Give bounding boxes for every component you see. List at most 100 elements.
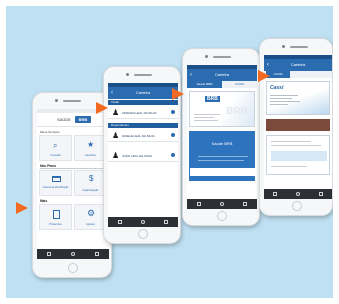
- pointer-arrow-3: [172, 88, 184, 100]
- app-title-bar: ‹ Carteira: [187, 69, 257, 81]
- phone-home-button: [217, 211, 227, 221]
- group-dependentes-header: Dependentes: [108, 123, 178, 128]
- tab-cassi[interactable]: CASSI: [222, 81, 257, 88]
- speaker-grille: [63, 100, 81, 102]
- card-back-line: [198, 156, 248, 157]
- speaker-grille: [290, 46, 308, 48]
- group-label: Dependentes: [111, 123, 129, 127]
- recents-nav-icon[interactable]: [318, 192, 323, 196]
- android-nav-bar: [187, 199, 257, 209]
- home-nav-icon[interactable]: [71, 252, 75, 256]
- card-back-line: [271, 166, 307, 167]
- back-icon[interactable]: ‹: [111, 87, 113, 99]
- home-nav-icon[interactable]: [140, 220, 145, 224]
- cassi-card-back: [266, 135, 330, 175]
- card-text-line: [270, 98, 292, 99]
- card-text-line: [194, 117, 214, 118]
- tile-protocolos[interactable]: Protocolos: [39, 204, 72, 230]
- card-brand-logo: BRB: [205, 96, 220, 102]
- phone-card-detail: ‹ Carteira Saúde BRB CASSI BRB BRB Saúde…: [182, 48, 260, 226]
- app-title-bar: ‹ Carteira: [108, 87, 178, 99]
- person-name: JOÃO LEAL DA SILVA: [122, 154, 152, 158]
- cassi-logo: Cassi: [270, 85, 284, 91]
- recents-nav-icon[interactable]: [164, 220, 169, 224]
- chevron-right-icon: [171, 153, 175, 157]
- group-titular-header: Titular: [108, 100, 178, 105]
- recents-nav-icon[interactable]: [243, 202, 248, 206]
- card-watermark: BRB: [226, 106, 248, 117]
- back-nav-icon[interactable]: [47, 252, 51, 256]
- camera-icon: [205, 55, 208, 58]
- card-back-band: [190, 168, 256, 176]
- phone-home-button: [68, 263, 78, 273]
- illustration-panel: SAÚDE BRB Meus Serviços ⌕ Consulta ★ Fav…: [6, 6, 333, 298]
- group-label: Titular: [111, 100, 120, 104]
- card-text-line: [194, 120, 218, 121]
- pointer-arrow-1: [16, 202, 28, 214]
- tile-row-1: ⌕ Consulta ★ Favoritos: [39, 135, 107, 161]
- phone3-screen: ‹ Carteira Saúde BRB CASSI BRB BRB Saúde…: [187, 65, 257, 209]
- tile-label: Coparticipação: [82, 189, 99, 192]
- person-row[interactable]: ♟ GISELE LEAL DA SILVA: [108, 129, 178, 142]
- phone2-screen: ‹ Carteira Titular ♟ AMANDA LEAL DA SILV…: [108, 83, 178, 227]
- chevron-right-icon: [171, 133, 175, 137]
- speaker-grille: [213, 56, 231, 58]
- app-logo-label: SAÚDE: [57, 117, 71, 122]
- page-title: Carteira: [135, 90, 151, 95]
- tabs: Saúde BRB CASSI: [187, 81, 257, 88]
- tile-row-2: Carteira de Identificação $ Coparticipaç…: [39, 170, 107, 196]
- home-nav-icon[interactable]: [219, 202, 224, 206]
- person-row[interactable]: ♟ JOÃO LEAL DA SILVA: [108, 149, 178, 162]
- tile-consulta[interactable]: ⌕ Consulta: [39, 135, 72, 161]
- section-title-services: Meus Serviços: [40, 130, 60, 134]
- person-name: GISELE LEAL DA SILVA: [122, 134, 155, 138]
- dollar-icon: $: [89, 174, 94, 183]
- card-stripe: [266, 119, 330, 131]
- tile-carteira[interactable]: Carteira de Identificação: [39, 170, 72, 196]
- android-nav-bar: [37, 249, 109, 259]
- page-title: Carteira: [290, 62, 306, 67]
- card-back-line: [198, 160, 244, 161]
- card-back: Saúde BRB: [189, 131, 256, 181]
- tile-label: Favoritos: [85, 154, 96, 157]
- back-nav-icon[interactable]: [196, 202, 201, 206]
- phone1-screen: SAÚDE BRB Meus Serviços ⌕ Consulta ★ Fav…: [37, 109, 109, 259]
- android-nav-bar: [264, 189, 332, 199]
- back-nav-icon[interactable]: [273, 192, 278, 196]
- pointer-arrow-2: [96, 102, 108, 114]
- phone-home-button: [138, 229, 148, 239]
- app-header: SAÚDE BRB: [37, 113, 109, 127]
- cassi-card-front: Cassi: [266, 81, 330, 115]
- app-title-bar: ‹ Carteira: [264, 59, 332, 71]
- tile-label: Ajustes: [86, 223, 95, 226]
- section-title-more: Mais: [40, 199, 48, 203]
- android-nav-bar: [108, 217, 178, 227]
- card-back-line: [271, 141, 311, 142]
- back-nav-icon[interactable]: [117, 220, 122, 224]
- brb-logo: BRB: [75, 116, 91, 123]
- tile-label: Consulta: [50, 154, 61, 157]
- speaker-grille: [134, 74, 152, 76]
- tile-label: Protocolos: [49, 223, 62, 226]
- card-text-line: [194, 114, 220, 115]
- tab-saude-brb[interactable]: Saúde BRB: [187, 81, 222, 88]
- phone-cassi-card: ‹ Carteira CASSI Cassi: [259, 38, 333, 216]
- camera-icon: [126, 73, 129, 76]
- clipboard-icon: [53, 210, 60, 219]
- card-front: BRB BRB: [189, 91, 255, 127]
- recents-nav-icon[interactable]: [95, 252, 99, 256]
- card-text-line: [270, 101, 300, 102]
- card-text-line: [270, 95, 298, 96]
- person-row[interactable]: ♟ AMANDA LEAL DA SILVA: [108, 106, 178, 119]
- phone-cards-list: ‹ Carteira Titular ♟ AMANDA LEAL DA SILV…: [103, 66, 181, 244]
- card-back-line: [271, 145, 321, 146]
- person-icon: ♟: [112, 151, 120, 160]
- home-nav-icon[interactable]: [295, 192, 300, 196]
- camera-icon: [55, 99, 58, 102]
- card-back-band: [271, 151, 327, 161]
- back-icon[interactable]: ‹: [190, 69, 192, 81]
- star-icon: ★: [87, 140, 95, 149]
- gear-icon: ⚙: [87, 208, 96, 218]
- pointer-arrow-4: [258, 70, 270, 82]
- phone4-screen: ‹ Carteira CASSI Cassi: [264, 55, 332, 199]
